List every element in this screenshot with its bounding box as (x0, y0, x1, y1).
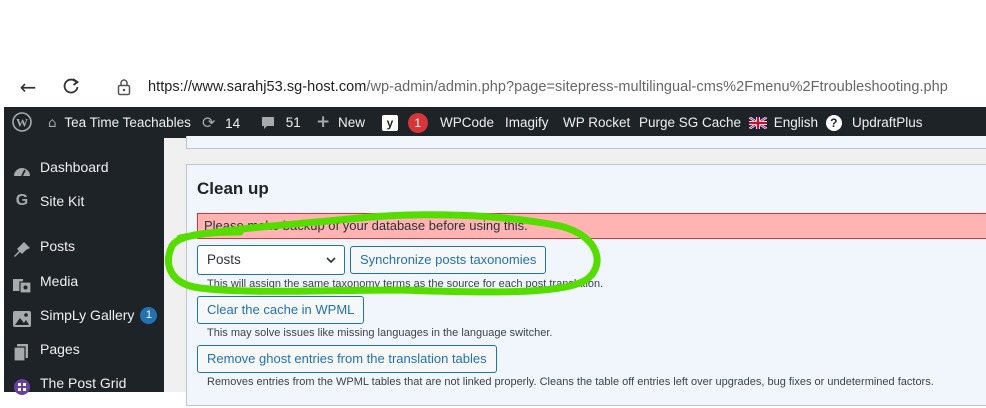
comment-icon (262, 117, 274, 130)
synchronize-taxonomies-button[interactable]: Synchronize posts taxonomies (350, 246, 547, 274)
url-text[interactable]: https://www.sarahj53.sg-host.com/wp-admi… (148, 79, 948, 95)
sidebar-item-label: Dashboard (40, 159, 109, 175)
wordpress-logo-icon[interactable]: W (12, 107, 32, 138)
sidebar-item-label: Pages (40, 341, 80, 357)
notification-badge: 1 (140, 306, 158, 324)
sidebar-item-simply-gallery[interactable]: SimpLy Gallery 1 (4, 298, 164, 332)
pin-icon (12, 237, 32, 257)
new-content-link[interactable]: + New (316, 107, 365, 138)
yoast-seo-menu[interactable]: y 1 (382, 107, 428, 138)
previous-panel (186, 136, 986, 149)
site-name: Tea Time Teachables (64, 115, 191, 130)
updates-count: 14 (225, 116, 241, 131)
sidebar-item-label: The Post Grid (40, 375, 127, 391)
chevron-down-icon (326, 257, 336, 264)
sidebar-item-posts[interactable]: Posts (4, 229, 164, 263)
help-icon: ? (825, 115, 842, 132)
yoast-icon: y (382, 115, 398, 132)
post-type-select[interactable]: Posts (197, 245, 345, 275)
media-icon (12, 272, 32, 294)
clear-cache-button[interactable]: Clear the cache in WPML (197, 296, 365, 324)
wp-rocket-menu[interactable]: WP Rocket (563, 107, 630, 138)
comments-link[interactable]: 51 (260, 107, 301, 138)
browser-toolbar: ← https://www.sarahj53.sg-host.com/wp-ad… (0, 68, 986, 106)
updates-link[interactable]: ⟳ 14 (202, 107, 240, 138)
uk-flag-icon (748, 116, 768, 131)
dashboard-icon (12, 158, 32, 177)
site-info-icon[interactable] (117, 78, 131, 96)
url-path: /wp-admin/admin.php?page=sitepress-multi… (366, 79, 948, 95)
svg-text:W: W (16, 116, 28, 130)
home-icon: ⌂ (48, 115, 57, 131)
clear-cache-help-text: This may solve issues like missing langu… (207, 327, 553, 339)
sidebar-item-the-post-grid[interactable]: The Post Grid (4, 366, 164, 400)
address-bar[interactable]: https://www.sarahj53.sg-host.com/wp-admi… (100, 70, 986, 104)
sync-help-text: This will assign the same taxonomy terms… (207, 278, 604, 290)
sidebar-item-label: Site Kit (40, 193, 85, 209)
cleanup-panel: Clean up Please make backup of your data… (186, 164, 986, 406)
pages-icon (12, 340, 32, 362)
language-label: English (773, 115, 819, 130)
remove-ghost-entries-button[interactable]: Remove ghost entries from the translatio… (197, 345, 497, 373)
language-switcher[interactable]: English ? (748, 107, 842, 138)
sidebar-item-pages[interactable]: Pages (4, 332, 164, 366)
main-content: Clean up Please make backup of your data… (164, 136, 986, 406)
reload-icon[interactable] (60, 76, 82, 98)
admin-sidebar: Dashboard G Site Kit Posts Media SimpLy … (4, 138, 164, 395)
url-host: https://www.sarahj53.sg-host.com (148, 79, 367, 95)
sidebar-item-label: Media (40, 273, 79, 289)
purge-sg-cache-menu[interactable]: Purge SG Cache (639, 107, 741, 138)
updraftplus-menu[interactable]: UpdraftPlus (852, 107, 923, 138)
wp-admin-bar: W ⌂ Tea Time Teachables ⟳ 14 51 + New y … (4, 107, 986, 138)
plus-icon: + (316, 112, 331, 132)
wpcode-menu[interactable]: WPCode (440, 107, 494, 138)
gallery-icon (12, 306, 32, 327)
sidebar-item-label: SimpLy Gallery (40, 307, 135, 323)
imagify-menu[interactable]: Imagify (505, 107, 549, 138)
backup-warning: Please make backup of your database befo… (197, 213, 986, 239)
sidebar-item-label: Posts (40, 238, 76, 254)
google-g-icon: G (15, 192, 29, 209)
updates-icon: ⟳ (202, 113, 216, 132)
comments-count: 51 (285, 115, 301, 130)
back-arrow-icon[interactable]: ← (17, 76, 39, 98)
ghost-entries-help-text: Removes entries from the WPML tables tha… (207, 376, 934, 388)
yoast-notification-badge: 1 (407, 113, 428, 134)
sidebar-item-media[interactable]: Media (4, 264, 164, 298)
select-value: Posts (207, 252, 241, 267)
sidebar-item-site-kit[interactable]: G Site Kit (4, 184, 164, 218)
section-title: Clean up (197, 179, 269, 198)
grid-icon (12, 374, 32, 395)
new-label: New (338, 115, 366, 130)
sidebar-item-dashboard[interactable]: Dashboard (4, 150, 164, 184)
site-name-link[interactable]: ⌂ Tea Time Teachables (48, 107, 191, 138)
